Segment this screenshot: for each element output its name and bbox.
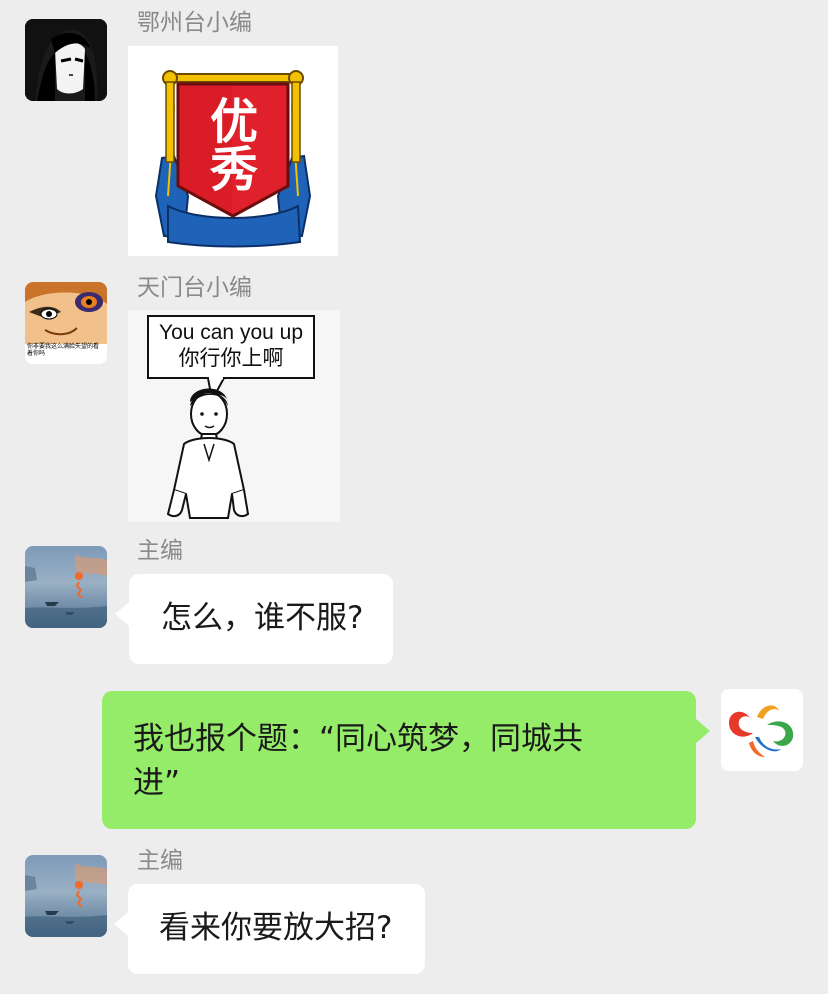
- avatar-caption-line-2: 着你吗: [27, 350, 46, 357]
- banner-char-2: 秀: [209, 142, 258, 198]
- sender-name: 主编: [137, 848, 183, 874]
- sender-name: 主编: [137, 538, 183, 564]
- sender-name: 鄂州台小编: [137, 10, 252, 36]
- message-bubble-outgoing[interactable]: 我也报个题：“同心筑梦，同城共 进”: [102, 691, 710, 829]
- message-bubble[interactable]: 看来你要放大招?: [113, 884, 426, 974]
- sunrise-painting-avatar-icon[interactable]: [25, 855, 107, 937]
- message-text: 怎么，谁不服?: [161, 600, 364, 636]
- speech-line-1: You can you up: [159, 321, 303, 344]
- cartoon-boy-avatar-icon[interactable]: 你非要我这么满脸失望的看 着你吗: [25, 282, 107, 364]
- sender-name: 天门台小编: [137, 275, 252, 301]
- message-text: 看来你要放大招?: [159, 910, 393, 946]
- you-can-you-up-meme-icon[interactable]: You can you up 你行你上啊: [128, 310, 340, 522]
- anime-girl-avatar-icon[interactable]: [25, 19, 107, 101]
- message-text-line-1: 我也报个题：“同心筑梦，同城共: [133, 721, 584, 757]
- sunrise-painting-avatar-icon[interactable]: [25, 546, 107, 628]
- avatar-caption-line-1: 你非要我这么满脸失望的看: [27, 343, 100, 350]
- swirl-logo-avatar-icon[interactable]: [721, 689, 803, 771]
- speech-line-2: 你行你上啊: [179, 347, 284, 370]
- message-bubble[interactable]: 怎么，谁不服?: [114, 574, 394, 664]
- message-text-line-2: 进”: [133, 765, 181, 801]
- excellent-banner-sticker-icon[interactable]: 优 秀: [128, 46, 338, 256]
- avatar-caption: 你非要我这么满脸失望的看 着你吗: [27, 343, 99, 357]
